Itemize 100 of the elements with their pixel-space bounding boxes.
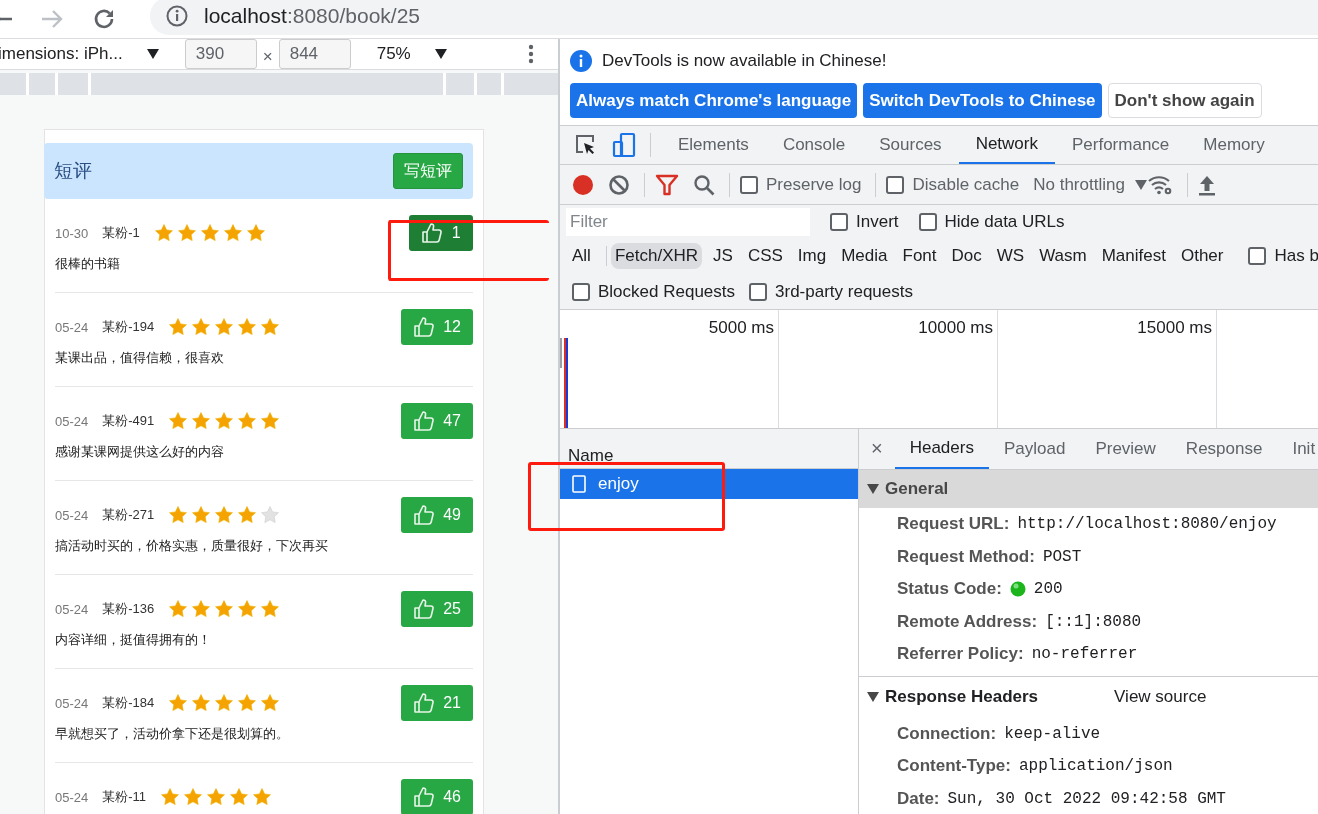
header-name: Date:: [897, 788, 940, 809]
header-value: application/json: [1018, 757, 1173, 776]
detail-tab[interactable]: Init: [1277, 429, 1318, 469]
section-header[interactable]: General: [859, 470, 1318, 508]
type-filter[interactable]: Media: [837, 243, 892, 270]
type-filter[interactable]: Font: [898, 243, 941, 270]
review-comment: 内容详细，挺值得拥有的！: [55, 631, 212, 649]
review-comment: 早就想买了，活动价拿下还是很划算的。: [55, 725, 290, 743]
reviewer-name: 某粉-194: [102, 318, 155, 336]
detail-tab[interactable]: Headers: [894, 429, 989, 469]
star-icon: [214, 693, 235, 713]
device-icon[interactable]: [612, 132, 636, 159]
device-dimensions-select[interactable]: imensions: iPh...: [0, 44, 123, 64]
type-filter[interactable]: Other: [1176, 243, 1228, 270]
info-icon[interactable]: [166, 5, 188, 27]
panel-tab[interactable]: Console: [765, 126, 863, 165]
type-filter[interactable]: All: [568, 243, 595, 270]
throttling-select[interactable]: No throttling: [1033, 174, 1125, 195]
star-icon: [229, 787, 250, 807]
view-source-link[interactable]: View source: [1114, 687, 1207, 708]
type-filter[interactable]: JS: [709, 243, 737, 270]
checkbox[interactable]: Blocked Requests: [572, 281, 736, 302]
star-icon: [191, 317, 212, 337]
filter-icon[interactable]: [655, 173, 679, 196]
infobar-button[interactable]: Don't show again: [1107, 83, 1262, 118]
zoom-select[interactable]: 75%: [376, 44, 411, 64]
star-icon: [168, 411, 189, 431]
panel-tab[interactable]: Memory: [1186, 126, 1282, 165]
clear-icon[interactable]: [608, 173, 630, 196]
thumbs-up-icon: [421, 222, 444, 244]
dropdown-icon[interactable]: [434, 49, 447, 59]
review-date: 05-24: [55, 695, 89, 711]
infobar-button[interactable]: Switch DevTools to Chinese: [863, 83, 1102, 118]
checkbox[interactable]: Disable cache: [886, 174, 1020, 195]
type-filter[interactable]: Img: [793, 243, 831, 270]
checkbox[interactable]: 3rd-party requests: [749, 281, 913, 302]
type-filter[interactable]: Doc: [947, 243, 986, 270]
star-icon: [199, 223, 220, 243]
star-icon: [222, 223, 243, 243]
star-icon: [214, 317, 235, 337]
reviewer-name: 某粉-184: [102, 694, 155, 712]
detail-tab[interactable]: Response: [1170, 429, 1278, 469]
type-filter[interactable]: Wasm: [1035, 243, 1091, 270]
detail-tab[interactable]: Payload: [988, 429, 1081, 469]
more-icon[interactable]: [528, 44, 534, 64]
review-date: 05-24: [55, 319, 89, 335]
section-header[interactable]: Response Headers View source: [859, 676, 1318, 718]
infobar-button[interactable]: Always match Chrome's language: [570, 83, 858, 118]
filter-field[interactable]: Filter: [566, 208, 810, 237]
star-icon: [168, 693, 189, 713]
checkbox[interactable]: Hide data URLs: [918, 212, 1065, 233]
checkbox[interactable]: Invert: [830, 212, 899, 233]
review-comment: 某课出品，值得信赖，很喜欢: [55, 349, 225, 367]
reviewer-name: 某粉-491: [102, 412, 155, 430]
address-bar[interactable]: localhost:8080/book/25: [150, 0, 1318, 35]
caret-icon: [867, 692, 879, 703]
thumbs-up-icon: [413, 316, 436, 338]
record-icon[interactable]: [572, 173, 594, 196]
close-button[interactable]: ×: [859, 437, 895, 461]
reload-icon[interactable]: [92, 7, 116, 31]
time-tick: 15000 ms: [1137, 318, 1212, 338]
header-value: http://localhost:8080/enjoy: [1017, 515, 1277, 534]
header-name: Content-Type:: [897, 756, 1011, 777]
checkbox[interactable]: Preserve log: [740, 174, 862, 195]
type-filter[interactable]: Fetch/XHR: [610, 243, 703, 270]
request-row[interactable]: enjoy: [560, 469, 858, 499]
type-filter[interactable]: CSS: [743, 243, 787, 270]
time-tick: 5000 ms: [708, 318, 774, 338]
thumbs-up-icon: [413, 410, 436, 432]
review-date: 10-30: [55, 225, 89, 241]
star-icon: [168, 599, 189, 619]
review-comment: 搞活动时买的，价格实惠，质量很好，下次再买: [55, 537, 329, 555]
height-field[interactable]: 844: [278, 39, 351, 69]
review-date: 05-24: [55, 507, 89, 523]
search-icon[interactable]: [693, 173, 715, 196]
type-filter[interactable]: Manifest: [1097, 243, 1170, 270]
star-icon: [260, 317, 281, 337]
panel-tab[interactable]: Network: [958, 126, 1055, 165]
like-button[interactable]: 1: [409, 215, 473, 251]
times-sign: ×: [262, 47, 273, 67]
detail-tab[interactable]: Preview: [1080, 429, 1171, 469]
panel-tab[interactable]: Elements: [661, 126, 766, 165]
header-value: no-referrer: [1031, 645, 1138, 664]
review-date: 05-24: [55, 413, 89, 429]
network-conditions-icon[interactable]: [1146, 173, 1173, 196]
checkbox[interactable]: Has b: [1248, 246, 1318, 267]
info-icon: [570, 50, 592, 72]
star-icon: [153, 223, 174, 243]
width-field[interactable]: 390: [184, 39, 257, 69]
star-icon: [252, 787, 273, 807]
star-icon: [237, 599, 258, 619]
header-name: Remote Address:: [897, 611, 1038, 632]
panel-tab[interactable]: Performance: [1055, 126, 1187, 165]
column-header: Name: [568, 446, 614, 466]
type-filter[interactable]: WS: [992, 243, 1029, 270]
dropdown-icon[interactable]: [146, 49, 159, 59]
star-icon: [214, 411, 235, 431]
header-name: Connection:: [897, 723, 997, 744]
panel-tab[interactable]: Sources: [862, 126, 959, 165]
section-title: 短评: [54, 159, 92, 183]
